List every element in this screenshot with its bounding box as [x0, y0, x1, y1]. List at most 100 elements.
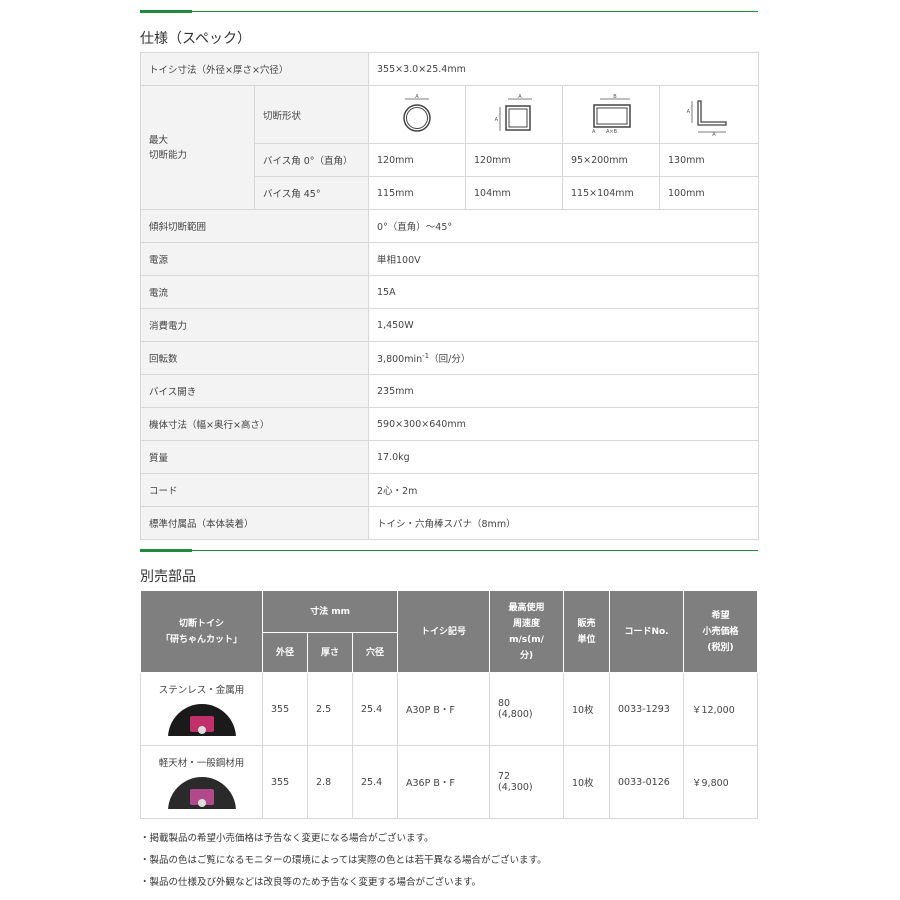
speed-value: 72 [498, 771, 511, 782]
svg-text:A: A [415, 94, 419, 100]
spec-value: 120mm [465, 143, 564, 177]
spec-table: トイシ寸法（外径×厚さ×穴径） 355×3.0×25.4mm 最大 切断能力 切… [139, 52, 760, 540]
spec-label: トイシ寸法（外径×厚さ×穴径） [139, 52, 370, 86]
parts-table: 切断トイシ 「研ちゃんカット」 寸法 mm トイシ記号 最高使用 周速度 m/s… [140, 590, 759, 819]
spec-value: 115×104mm [562, 176, 661, 210]
header-outer: 外径 [262, 632, 308, 673]
section-divider-parts [140, 549, 758, 552]
table-row: ステンレス・金属用 355 2.5 25.4 A30P B・F 80 (4,800… [140, 672, 759, 746]
spec-label: 回転数 [139, 341, 370, 375]
note: ・製品の仕様及び外観などは改良等のため予告なく変更する場合がございます。 [140, 877, 482, 888]
spec-value: 0°（直角）～45° [368, 209, 760, 243]
header-price: 希望 小売価格 (税別) [683, 590, 759, 673]
spec-value: 104mm [465, 176, 564, 210]
spec-row-weight: 質量 17.0kg [139, 440, 760, 474]
spec-label: 機体寸法（幅×奥行×高さ） [139, 407, 370, 441]
cell-code: 0033-0126 [609, 745, 685, 819]
spec-value: 100mm [659, 176, 760, 210]
spec-heading: 仕様（スペック） [140, 31, 252, 47]
spec-row-dimensions: 機体寸法（幅×奥行×高さ） 590×300×640mm [139, 407, 760, 441]
svg-text:B: B [613, 94, 617, 100]
header-thickness: 厚さ [307, 632, 353, 673]
speed-sub: (4,300) [498, 782, 533, 793]
spec-value: 17.0kg [368, 440, 760, 474]
header-code: コードNo. [609, 590, 685, 673]
speed-value: 80 [498, 698, 511, 709]
spec-label: 質量 [139, 440, 370, 474]
spec-value: 130mm [659, 143, 760, 177]
cell-thickness: 2.5 [307, 672, 353, 746]
spec-value: 95×200mm [562, 143, 661, 177]
spec-label: 傾斜切断範囲 [139, 209, 370, 243]
spec-label-max-capacity: 最大 切断能力 [140, 85, 255, 210]
shape-square-pipe-icon: A A [465, 85, 564, 144]
parts-heading: 別売部品 [140, 569, 196, 585]
spec-value: 2心・2m [368, 473, 760, 507]
note: ・製品の色はご覧になるモニターの環境によっては実際の色とは若干異なる場合がござい… [140, 855, 547, 866]
spec-row-bevel: 傾斜切断範囲 0°（直角）～45° [139, 209, 760, 243]
spec-label: 電流 [139, 275, 370, 309]
cell-symbol: A30P B・F [397, 672, 491, 746]
cell-thickness: 2.8 [307, 745, 353, 819]
shape-rectangular-pipe-icon: B A A×B [562, 85, 661, 144]
table-row: 軽天材・一般鋼材用 355 2.8 25.4 A36P B・F 72 (4,300… [140, 745, 759, 819]
notes: ・掲載製品の希望小売価格は予告なく変更になる場合がございます。 ・製品の色はご覧… [140, 828, 547, 894]
spec-value: 単相100V [368, 242, 760, 276]
spec-label: バイス角 0°（直角） [253, 143, 370, 177]
spec-row-power-source: 電源 単相100V [139, 242, 760, 276]
section-divider-top [140, 10, 758, 13]
svg-text:A: A [592, 129, 596, 135]
cutting-disc-image [167, 777, 236, 809]
header-bore: 穴径 [351, 632, 399, 673]
spec-row-cut-shape: 最大 切断能力 切断形状 A A A B A A×B A A [140, 85, 760, 210]
spec-label: 標準付属品（本体装着） [139, 506, 370, 540]
cell-bore: 25.4 [351, 672, 399, 746]
cell-price: ￥12,000 [683, 672, 759, 746]
svg-text:A: A [495, 117, 499, 123]
header-dimensions: 寸法 mm [261, 590, 399, 633]
spec-label: コード [139, 473, 370, 507]
spec-row-vise-opening: バイス開き 235mm [139, 374, 760, 408]
speed-sub: (4,800) [498, 709, 533, 720]
speed-value: 3,800min [377, 354, 423, 365]
spec-value: トイシ・六角棒スパナ（8mm） [368, 506, 760, 540]
spec-value: 1,450W [368, 308, 760, 342]
svg-text:A: A [687, 109, 691, 115]
parts-header-row: 切断トイシ 「研ちゃんカット」 寸法 mm トイシ記号 最高使用 周速度 m/s… [140, 590, 759, 673]
cell-price: ￥9,800 [683, 745, 759, 819]
spec-row-current: 電流 15A [139, 275, 760, 309]
shape-angle-icon: A A [659, 85, 760, 144]
spec-row-accessories: 標準付属品（本体装着） トイシ・六角棒スパナ（8mm） [139, 506, 760, 540]
cell-symbol: A36P B・F [397, 745, 491, 819]
cell-unit: 10枚 [563, 672, 611, 746]
header-unit: 販売 単位 [563, 590, 611, 673]
header-product: 切断トイシ 「研ちゃんカット」 [140, 590, 263, 673]
svg-text:A: A [518, 94, 522, 100]
cell-outer: 355 [262, 672, 308, 746]
product-name: 軽天材・一般鋼材用 [158, 758, 245, 769]
spec-row-speed: 回転数 3,800min-1（回/分） [139, 341, 760, 375]
cutting-disc-image [167, 704, 236, 736]
product-name: ステンレス・金属用 [158, 685, 245, 696]
svg-text:A: A [712, 132, 716, 137]
spec-value: 590×300×640mm [368, 407, 760, 441]
product-cell: ステンレス・金属用 [140, 672, 263, 746]
header-max-speed: 最高使用 周速度 m/s(m/ 分) [489, 590, 565, 673]
svg-text:A×B: A×B [606, 129, 618, 135]
spec-label: バイス開き [139, 374, 370, 408]
cell-speed: 80 (4,800) [489, 672, 565, 746]
spec-value: 115mm [368, 176, 467, 210]
shape-round-pipe-icon: A [368, 85, 467, 144]
product-cell: 軽天材・一般鋼材用 [140, 745, 263, 819]
spec-label: 電源 [139, 242, 370, 276]
cell-bore: 25.4 [351, 745, 399, 819]
header-symbol: トイシ記号 [397, 590, 491, 673]
spec-value: 120mm [368, 143, 467, 177]
spec-value: 3,800min-1（回/分） [368, 341, 760, 375]
speed-unit: （回/分） [429, 354, 471, 365]
cell-code: 0033-1293 [609, 672, 685, 746]
spec-value: 235mm [368, 374, 760, 408]
spec-label: 消費電力 [139, 308, 370, 342]
spec-value: 15A [368, 275, 760, 309]
spec-row-wheel-size: トイシ寸法（外径×厚さ×穴径） 355×3.0×25.4mm [139, 52, 760, 86]
